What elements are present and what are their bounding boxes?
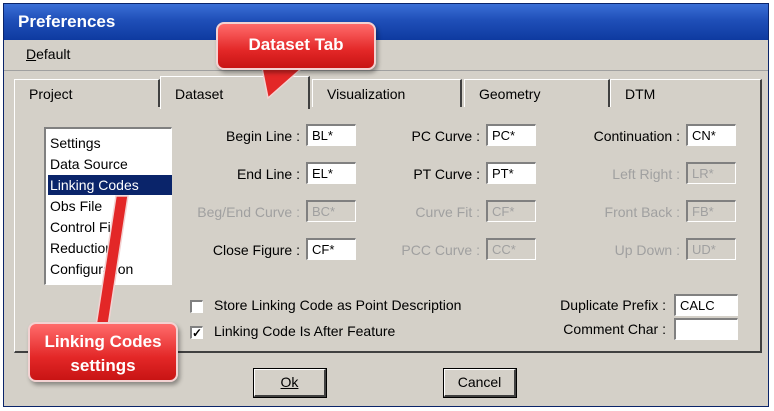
dataset-tab-callout: Dataset Tab [216,22,376,70]
linking-codes-callout-line1: Linking Codes [44,332,162,351]
dataset-tab-callout-pointer [261,67,304,100]
dataset-tab-callout-text: Dataset Tab [248,35,344,54]
linking-codes-callout: Linking Codes settings [28,322,178,382]
linking-codes-callout-line2: settings [70,356,136,375]
linking-codes-callout-pointer [95,195,129,327]
